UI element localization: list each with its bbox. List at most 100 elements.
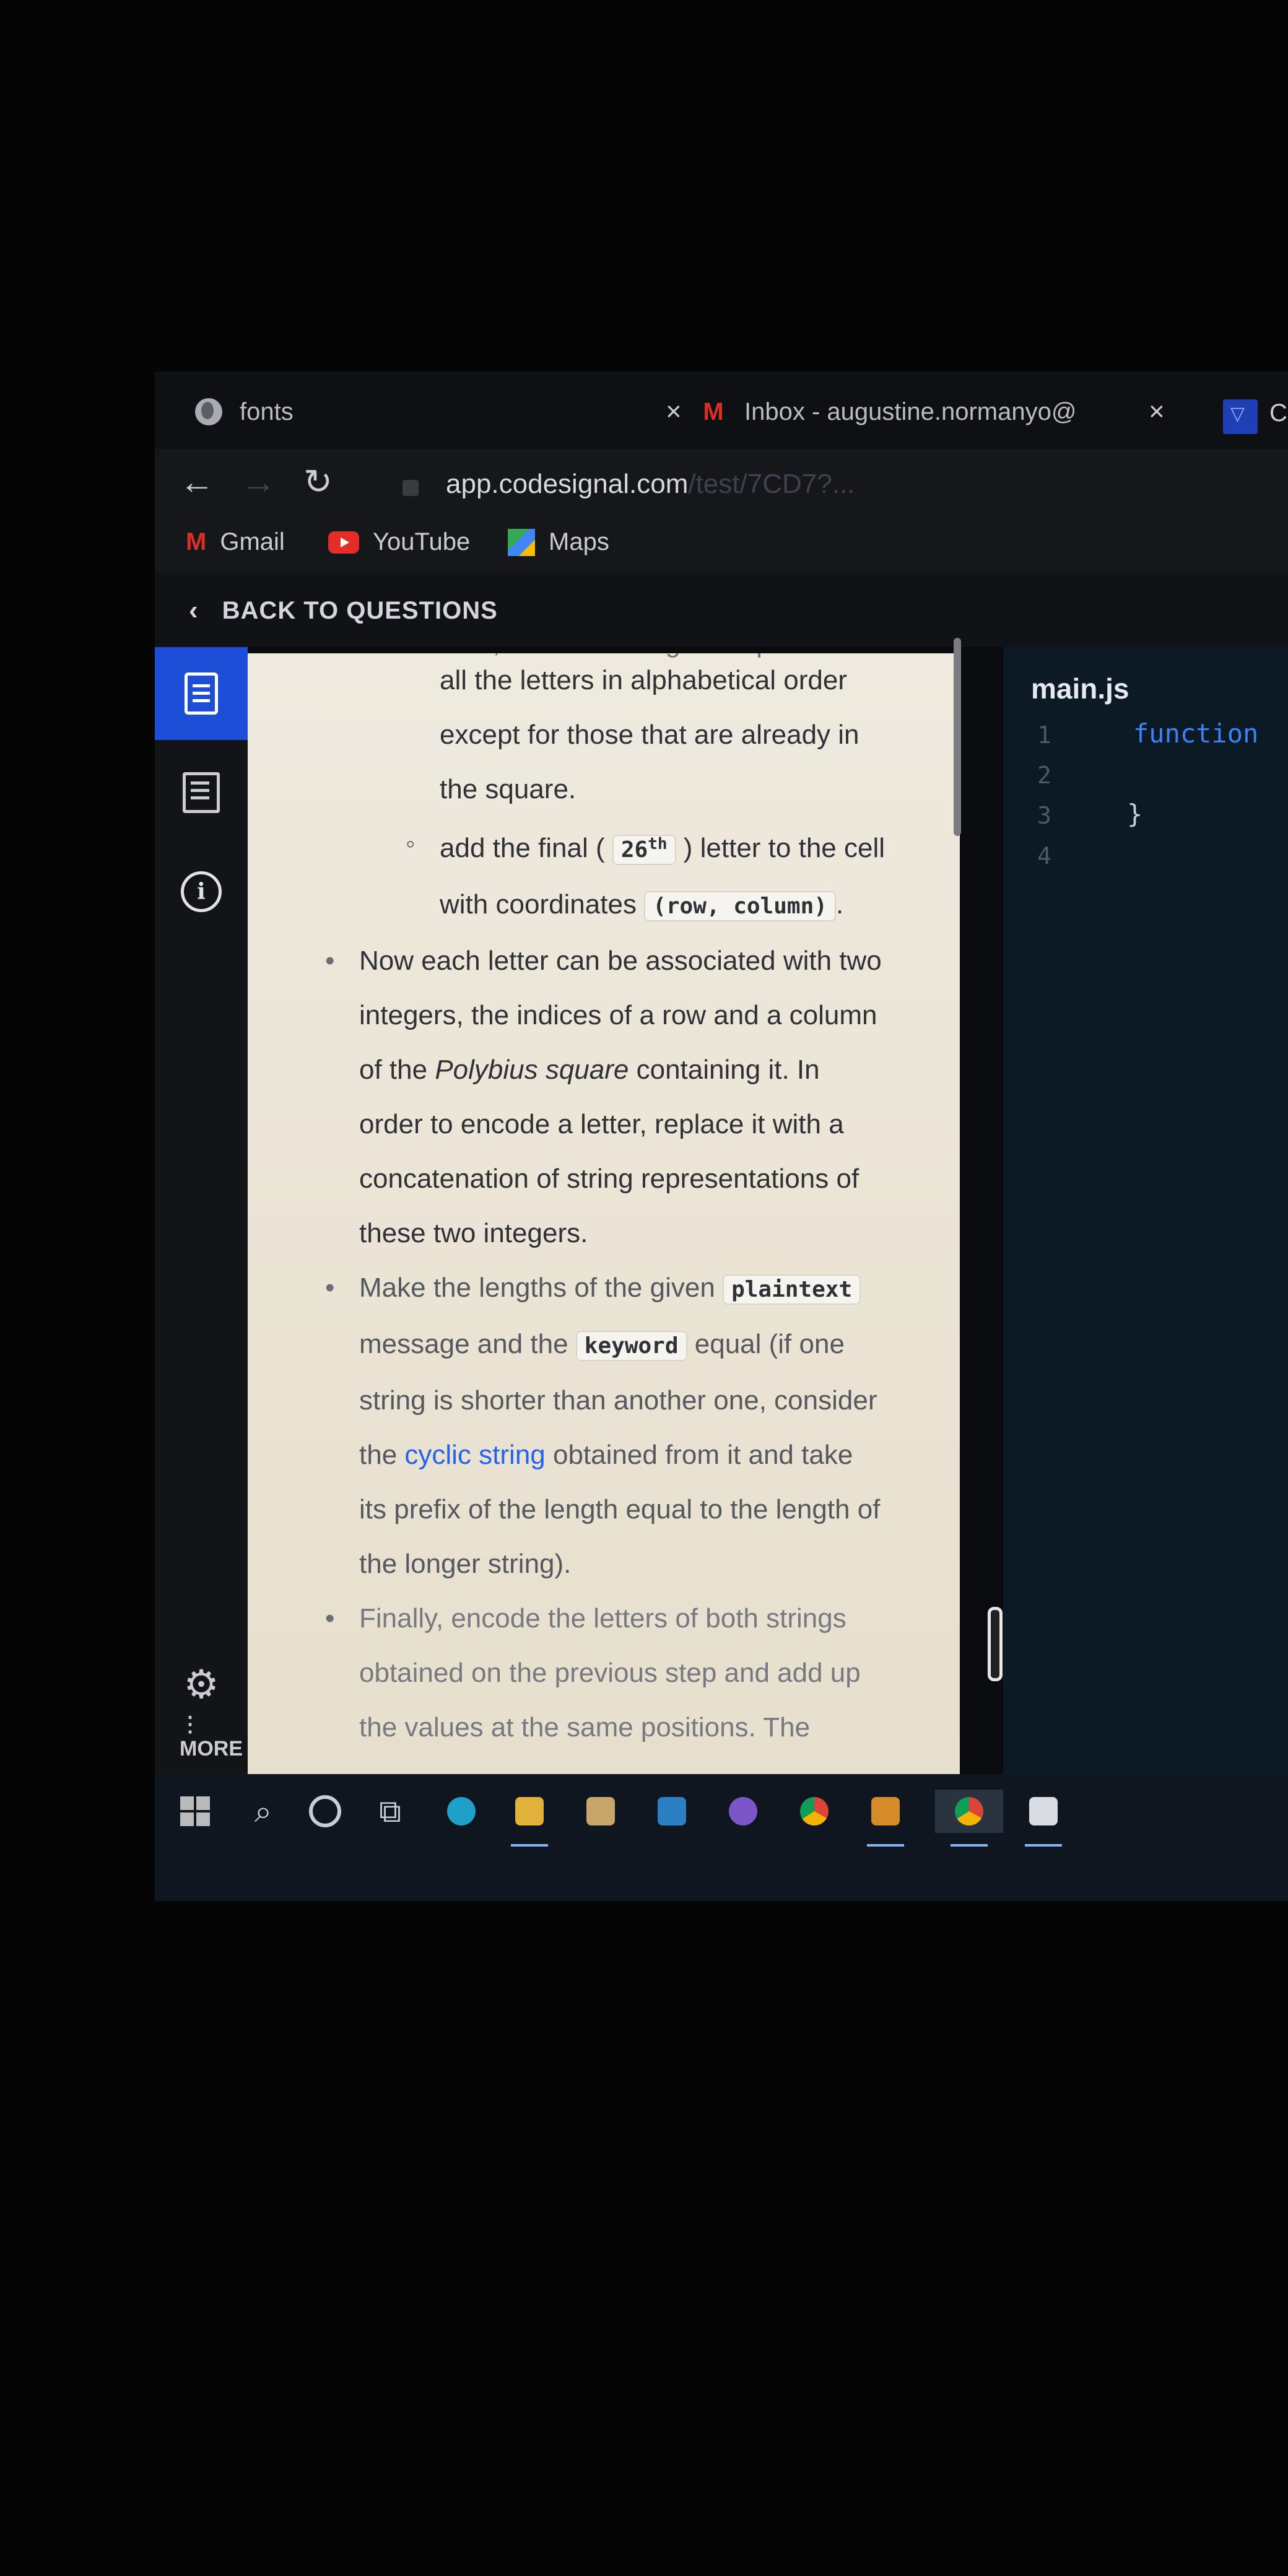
- bookmarks-bar: M Gmail YouTube Maps: [155, 517, 1288, 574]
- address-bar-row: ← → ↻ app.codesignal.com/test/7CD7?...: [155, 449, 1288, 517]
- bullet-item: Now each letter can be associated with t…: [248, 934, 910, 1261]
- text-line: its prefix of the length equal to the le…: [359, 1494, 881, 1525]
- more-label: MORE: [180, 1737, 243, 1760]
- text-line: the longer string).: [359, 1549, 572, 1579]
- back-label: BACK TO QUESTIONS: [222, 596, 498, 624]
- bookmark-maps[interactable]: Maps: [508, 528, 609, 556]
- close-tab-icon[interactable]: ×: [666, 396, 682, 427]
- mail-icon[interactable]: [650, 1790, 694, 1833]
- list-item: with coordinates (row, column).: [248, 877, 941, 934]
- text-line: string is shorter than another one, cons…: [359, 1385, 877, 1416]
- tab-title: Inbox - augustine.normanyo@: [744, 398, 1077, 425]
- task-view-icon[interactable]: ⧉: [368, 1790, 412, 1833]
- text-line: all the letters in alphabetical order: [440, 665, 847, 695]
- browser-tab-strip: fonts × M Inbox - augustine.normanyo@ × …: [155, 372, 1288, 449]
- document-icon: [185, 672, 218, 715]
- back-to-questions-button[interactable]: ‹ BACK TO QUESTIONS: [189, 595, 498, 626]
- store-icon[interactable]: [579, 1790, 622, 1833]
- text-line: these two integers.: [359, 1218, 588, 1248]
- screen: fonts × M Inbox - augustine.normanyo@ × …: [155, 372, 1288, 1901]
- bookmark-label: Maps: [549, 528, 609, 555]
- text-line: obtained on the previous step and add up: [359, 1658, 861, 1688]
- text-line: Now each letter can be associated with t…: [359, 946, 882, 976]
- search-icon[interactable]: ⌕: [242, 1790, 285, 1833]
- reload-icon[interactable]: ↻: [303, 461, 333, 502]
- text-line: the: [359, 1440, 405, 1470]
- editor-filename: main.js: [1031, 672, 1129, 705]
- text-line: except for those that are already in: [440, 720, 859, 750]
- description-scrollbar[interactable]: [954, 638, 961, 836]
- text-line: equal (if one: [694, 1329, 845, 1359]
- globe-icon: [195, 398, 222, 425]
- text-line: message and the: [359, 1329, 568, 1359]
- info-tab[interactable]: i: [155, 845, 248, 938]
- github-icon[interactable]: [721, 1790, 765, 1833]
- left-rail: i ⚙ ⋮ MORE: [155, 647, 248, 1774]
- url-field[interactable]: app.codesignal.com/test/7CD7?...: [446, 469, 855, 500]
- list-item: add the final ( 26th ) letter to the cel…: [248, 817, 941, 877]
- gear-icon: ⚙: [183, 1661, 219, 1707]
- bookmark-gmail[interactable]: M Gmail: [186, 528, 285, 556]
- url-host: app.codesignal.com: [446, 469, 689, 499]
- forward-arrow-icon[interactable]: →: [242, 461, 276, 502]
- tab-inbox[interactable]: M Inbox - augustine.normanyo@ ×: [700, 390, 1288, 433]
- text-line: .: [835, 889, 844, 920]
- line-number: 4: [1037, 842, 1051, 869]
- emphasis-text: Polybius square: [435, 1055, 629, 1085]
- file-explorer-icon[interactable]: [508, 1790, 551, 1847]
- sublime-icon[interactable]: [864, 1790, 907, 1847]
- text-line: order to encode a letter, replace it wit…: [359, 1109, 844, 1139]
- text-line: with coordinates: [440, 889, 637, 920]
- bookmark-youtube[interactable]: YouTube: [328, 528, 470, 556]
- text-line: Make the lengths of the given: [359, 1273, 715, 1303]
- cortana-icon[interactable]: [303, 1790, 347, 1833]
- tests-tab[interactable]: [155, 746, 248, 839]
- windows-start-icon[interactable]: [173, 1790, 217, 1833]
- bookmark-label: YouTube: [373, 528, 471, 555]
- code-editor[interactable]: main.js 1 2 3 4 function }: [1003, 647, 1288, 1774]
- close-tab-icon[interactable]: ×: [1149, 396, 1165, 427]
- code-line-3[interactable]: }: [1127, 799, 1142, 829]
- description-tab[interactable]: [155, 647, 248, 740]
- list-item: all the letters in alphabetical order: [248, 653, 941, 708]
- list-icon: [183, 772, 220, 813]
- text-line: containing it. In: [629, 1055, 820, 1085]
- bookmark-label: Gmail: [220, 528, 285, 555]
- back-arrow-icon[interactable]: ←: [180, 461, 214, 502]
- notepad-icon[interactable]: [1022, 1790, 1065, 1847]
- line-number: 3: [1037, 802, 1051, 829]
- code-text: 26: [620, 837, 648, 863]
- code-line-1[interactable]: function: [1133, 718, 1258, 749]
- url-path: /test/7CD7?...: [688, 469, 855, 499]
- bullet-item: Make the lengths of the given plaintext …: [248, 1261, 910, 1591]
- text-line: ) letter to the cell: [683, 833, 886, 863]
- youtube-icon: [328, 531, 359, 554]
- chevron-left-icon: ‹: [189, 595, 199, 625]
- bullet-item: Finally, encode the letters of both stri…: [248, 1591, 910, 1755]
- description-list: all the letters in alphabetical order ex…: [248, 653, 960, 1755]
- text-line: integers, the indices of a row and a col…: [359, 1000, 877, 1030]
- edge-icon[interactable]: [440, 1790, 483, 1833]
- chrome-active-icon[interactable]: [935, 1790, 1003, 1847]
- more-button[interactable]: ⋮ MORE: [180, 1712, 248, 1761]
- panel-resize-handle[interactable]: [988, 1607, 1003, 1681]
- list-item: the square.: [248, 762, 941, 817]
- task-description: then, continue filling the square with a…: [248, 653, 960, 1774]
- info-icon: i: [181, 871, 222, 912]
- gmail-icon: M: [186, 528, 207, 555]
- windows-taskbar: ⌕ ⧉: [155, 1774, 1288, 1901]
- text-line: the values at the same positions. The: [359, 1712, 811, 1743]
- text-line: add the final (: [440, 833, 605, 863]
- line-number: 2: [1037, 762, 1051, 789]
- tab-fonts[interactable]: fonts ×: [195, 390, 703, 433]
- cyclic-string-link[interactable]: cyclic string: [404, 1440, 545, 1470]
- code-sup: th: [648, 835, 668, 853]
- inline-code: 26th: [612, 835, 676, 865]
- text-line: of the: [359, 1055, 435, 1085]
- gmail-icon: M: [703, 398, 724, 425]
- lock-icon: [402, 480, 419, 496]
- vuetify-tab-icon[interactable]: [1223, 399, 1258, 434]
- text-line: obtained from it and take: [545, 1440, 853, 1470]
- chrome-icon[interactable]: [793, 1790, 836, 1833]
- text-line: the square.: [440, 774, 577, 804]
